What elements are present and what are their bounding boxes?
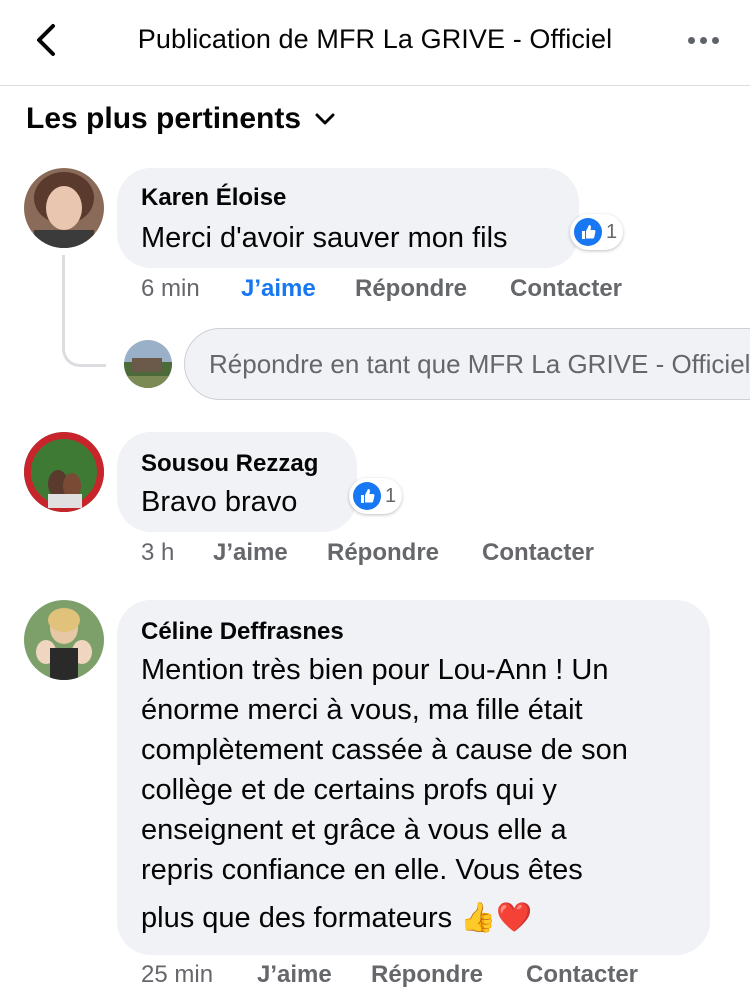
like-button[interactable]: J’aime xyxy=(241,275,316,303)
thumbs-up-heart-emoji: 👍❤️ xyxy=(460,902,533,934)
sort-dropdown[interactable]: Les plus pertinents xyxy=(26,102,335,136)
more-dot-icon xyxy=(699,36,707,44)
chevron-down-icon xyxy=(315,113,335,125)
person-photo-icon xyxy=(24,432,104,512)
reply-button[interactable]: Répondre xyxy=(371,961,483,989)
top-bar: Publication de MFR La GRIVE - Officiel xyxy=(0,0,750,86)
reaction-count: 1 xyxy=(606,220,618,243)
sort-label: Les plus pertinents xyxy=(26,102,302,135)
reaction-badge[interactable]: 1 xyxy=(349,478,403,514)
like-reaction-icon xyxy=(353,482,381,510)
reply-button[interactable]: Répondre xyxy=(355,275,467,303)
comment-text-line: Mention très bien pour Lou-Ann ! Un xyxy=(141,654,609,686)
reply-input[interactable]: Répondre en tant que MFR La GRIVE - Offi… xyxy=(184,328,750,400)
reaction-badge[interactable]: 1 xyxy=(570,214,624,250)
comment-time: 25 min xyxy=(141,961,214,988)
like-reaction-icon xyxy=(574,218,602,246)
reply-placeholder: Répondre en tant que MFR La GRIVE - Offi… xyxy=(209,348,750,379)
comment-author[interactable]: Céline Deffrasnes xyxy=(141,618,344,646)
contact-button[interactable]: Contacter xyxy=(526,961,638,989)
more-options-button[interactable] xyxy=(678,22,728,58)
comment-text-line: énorme merci à vous, ma fille était xyxy=(141,694,583,726)
like-button[interactable]: J’aime xyxy=(257,961,332,989)
reply-thread-line xyxy=(62,255,106,367)
contact-button[interactable]: Contacter xyxy=(510,275,622,303)
comment-time: 3 h xyxy=(141,539,175,566)
page-avatar xyxy=(124,340,172,388)
avatar-celine[interactable] xyxy=(24,600,104,680)
comment-author[interactable]: Sousou Rezzag xyxy=(141,450,318,478)
comment-text-line: collège et de certains profs qui y xyxy=(141,774,557,806)
comment-text: Merci d'avoir sauver mon fils xyxy=(141,222,508,254)
more-dot-icon xyxy=(711,36,719,44)
comment-text-line: repris confiance en elle. Vous êtes xyxy=(141,854,583,886)
reaction-count: 1 xyxy=(385,484,397,507)
comment-text-line-content: plus que des formateurs xyxy=(141,902,453,934)
comment-time: 6 min xyxy=(141,275,200,302)
comment-text: Bravo bravo xyxy=(141,486,298,518)
avatar-sousou[interactable] xyxy=(24,432,104,512)
comment-author[interactable]: Karen Éloise xyxy=(141,184,286,212)
more-dot-icon xyxy=(687,36,695,44)
building-photo-icon xyxy=(124,340,172,388)
person-photo-icon xyxy=(24,168,104,248)
reply-button[interactable]: Répondre xyxy=(327,539,439,567)
page-title: Publication de MFR La GRIVE - Officiel xyxy=(137,24,613,54)
contact-button[interactable]: Contacter xyxy=(482,539,594,567)
comment-text-line: enseignent et grâce à vous elle a xyxy=(141,814,567,846)
avatar-karen[interactable] xyxy=(24,168,104,248)
comment-text-line: complètement cassée à cause de son xyxy=(141,734,628,766)
person-photo-icon xyxy=(24,600,104,680)
like-button[interactable]: J’aime xyxy=(213,539,288,567)
comment-text-line: plus que des formateurs 👍❤️ xyxy=(141,898,532,938)
